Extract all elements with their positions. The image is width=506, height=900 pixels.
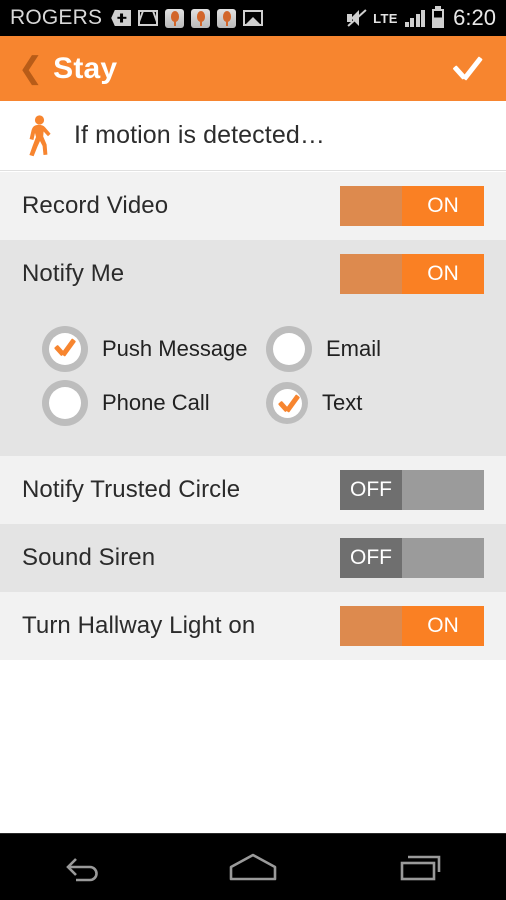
network-type-label: LTE — [373, 10, 398, 26]
clock-label: 6:20 — [453, 5, 496, 30]
notify-trusted-circle-toggle[interactable]: OFF — [340, 470, 484, 510]
option-phone-call[interactable]: Phone Call — [42, 380, 238, 426]
action-row-record-video[interactable]: Record Video ON — [0, 172, 506, 240]
option-push-message[interactable]: Push Message — [42, 326, 248, 372]
android-status-bar: ROGERS LTE 6:20 — [0, 0, 506, 36]
action-row-sound-siren[interactable]: Sound Siren OFF — [0, 524, 506, 592]
notify-me-toggle[interactable]: ON — [340, 254, 484, 294]
option-label: Push Message — [102, 336, 248, 361]
toggle-thumb — [340, 254, 402, 294]
checkbox-push-message-icon[interactable] — [42, 326, 88, 372]
toggle-thumb — [340, 186, 402, 226]
nav-home-button[interactable] — [198, 834, 308, 900]
toggle-state-label: OFF — [340, 538, 402, 578]
option-text[interactable]: Text — [266, 382, 362, 424]
app-header: ❮ Stay — [0, 36, 506, 101]
action-row-notify-me[interactable]: Notify Me ON — [0, 240, 506, 308]
phone-screen: ROGERS LTE 6:20 ❮ Stay If motion is dete… — [0, 0, 506, 900]
action-label: Turn Hallway Light on — [22, 612, 256, 639]
android-nav-bar — [0, 833, 506, 900]
tree-icon — [217, 8, 237, 28]
toggle-state-label: ON — [402, 186, 484, 226]
tree-icon — [165, 8, 185, 28]
checkbox-text-icon[interactable] — [266, 382, 308, 424]
action-label: Sound Siren — [22, 544, 156, 571]
option-label: Email — [326, 336, 382, 361]
action-label: Notify Trusted Circle — [22, 476, 241, 503]
sound-siren-toggle[interactable]: OFF — [340, 538, 484, 578]
option-label: Phone Call — [102, 390, 210, 415]
record-video-toggle[interactable]: ON — [340, 186, 484, 226]
signal-bars-icon — [404, 9, 426, 27]
status-system-icons: LTE 6:20 — [346, 5, 496, 31]
battery-icon — [432, 8, 445, 28]
action-label: Notify Me — [22, 260, 125, 287]
nav-recents-button[interactable] — [367, 834, 477, 900]
plus-badge-icon — [111, 10, 132, 26]
trigger-label: If motion is detected… — [74, 121, 325, 149]
toggle-track — [402, 470, 484, 510]
hallway-light-toggle[interactable]: ON — [340, 606, 484, 646]
toggle-thumb — [340, 606, 402, 646]
photo-icon — [243, 10, 264, 26]
checkbox-email-icon[interactable] — [266, 326, 312, 372]
option-label: Text — [322, 390, 363, 415]
trigger-row[interactable]: If motion is detected… — [0, 101, 506, 171]
checkbox-phone-call-icon[interactable] — [42, 380, 88, 426]
confirm-checkmark-icon[interactable] — [448, 49, 488, 89]
toggle-state-label: OFF — [340, 470, 402, 510]
toggle-state-label: ON — [402, 254, 484, 294]
option-email[interactable]: Email — [266, 326, 381, 372]
notify-options-row-2: Phone Call Text — [0, 376, 506, 430]
action-label: Record Video — [22, 192, 169, 219]
tree-icon — [191, 8, 211, 28]
notify-options-panel: Push Message Email Phone Call Text — [0, 308, 506, 456]
walking-person-icon — [18, 114, 60, 157]
actions-list: Record Video ON Notify Me ON Push Messag… — [0, 172, 506, 660]
action-row-notify-trusted-circle[interactable]: Notify Trusted Circle OFF — [0, 456, 506, 524]
back-chevron-icon[interactable]: ❮ — [18, 53, 43, 84]
toggle-track — [402, 538, 484, 578]
page-title: Stay — [53, 51, 118, 85]
nav-back-button[interactable] — [29, 834, 139, 900]
gmail-icon — [138, 10, 159, 26]
mute-icon — [346, 9, 367, 27]
notify-options-row-1: Push Message Email — [0, 322, 506, 376]
carrier-label: ROGERS — [10, 6, 103, 29]
status-notification-icons — [111, 8, 264, 28]
toggle-state-label: ON — [402, 606, 484, 646]
action-row-turn-hallway-light-on[interactable]: Turn Hallway Light on ON — [0, 592, 506, 660]
